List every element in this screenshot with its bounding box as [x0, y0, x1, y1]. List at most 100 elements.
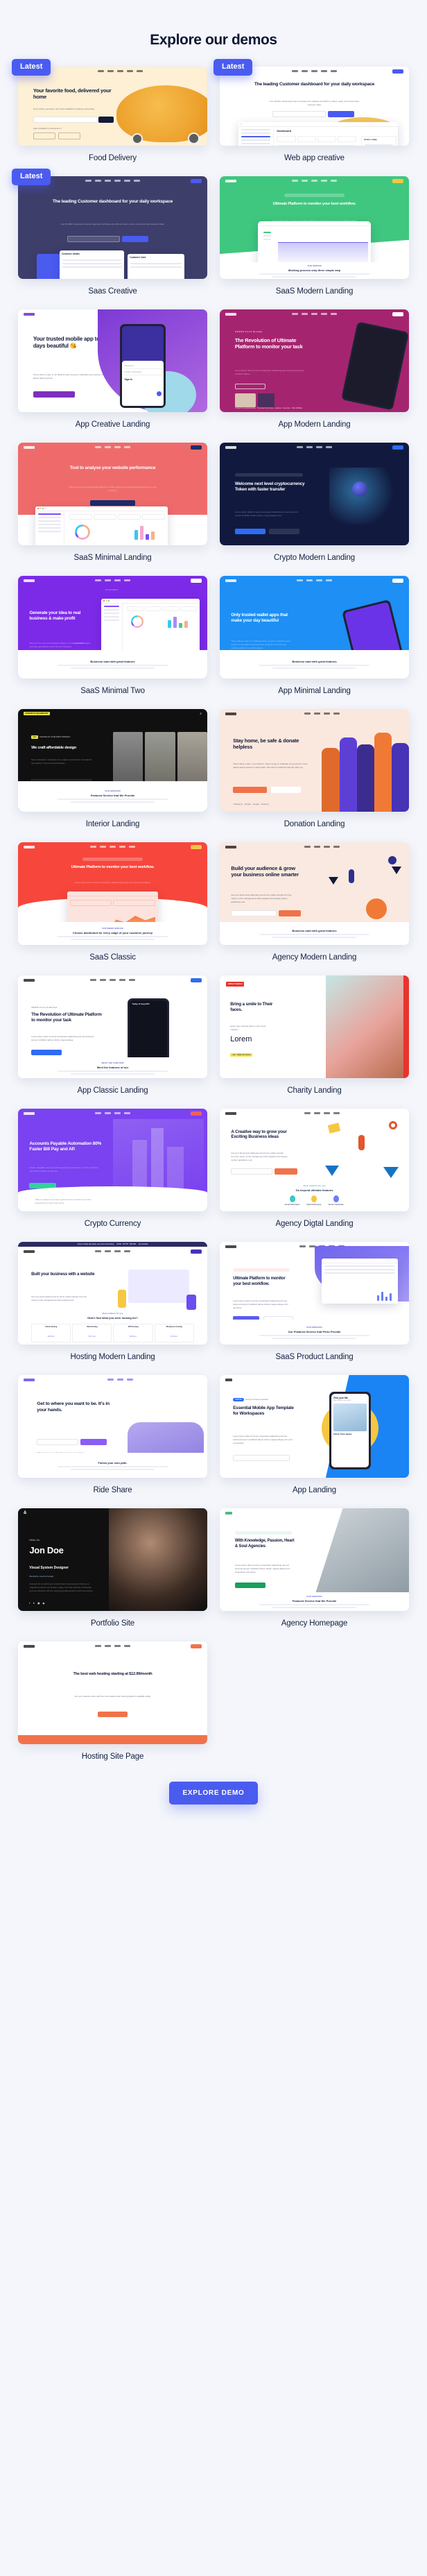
mock-email-input[interactable]: [272, 110, 326, 117]
mock-address-input[interactable]: [33, 116, 98, 123]
mock-watch-button[interactable]: [65, 1050, 92, 1055]
demo-thumbnail[interactable]: Stay home, be safe & donate helpless The…: [220, 709, 409, 812]
dribbble-icon[interactable]: ◉: [42, 1602, 44, 1605]
mock-footer-eyebrow: Ideal solutions for you: [303, 1184, 326, 1187]
mock-arrow-button[interactable]: [156, 391, 162, 397]
mock-get-token-button[interactable]: [234, 529, 265, 535]
demo-thumbnail[interactable]: IMPACT WORLD Bring a smile to Their face…: [220, 975, 409, 1078]
demo-card[interactable]: ★★★★ 4.9 of 5 | At Microsoft The Revolut…: [18, 975, 207, 1109]
demo-card[interactable]: IMPACT WORLD Bring a smile to Their face…: [220, 975, 409, 1109]
demo-card[interactable]: Stay home, be safe & donate helpless The…: [220, 709, 409, 842]
demo-card[interactable]: Latest The leading Customer dashboard fo…: [12, 169, 207, 309]
mock-trial-button[interactable]: [33, 391, 75, 398]
demo-thumbnail[interactable]: Generate your idea to real business & ma…: [18, 576, 207, 679]
demo-thumbnail[interactable]: ⌕ ⚇ UPDATE Version 2.0 if has just relea…: [220, 1375, 409, 1478]
demo-thumbnail[interactable]: Ultimate Platform to monitor your best w…: [220, 1242, 409, 1345]
demo-thumbnail[interactable]: Cyber monday sale begin, use promo Get h…: [18, 1242, 207, 1345]
demo-thumbnail[interactable]: Your trusted mobile app to make days bea…: [18, 309, 207, 412]
demo-card[interactable]: Accounts Payable Automation 80% Faster B…: [18, 1109, 207, 1242]
demo-card[interactable]: Build your audience & grow your business…: [220, 842, 409, 975]
mock-email-input[interactable]: [67, 235, 121, 242]
mock-email-input[interactable]: [231, 1168, 273, 1175]
explore-demo-button[interactable]: EXPLORE DEMO: [168, 1782, 259, 1805]
app-store-badge[interactable]: [33, 132, 55, 139]
demo-thumbnail[interactable]: ⌕ ⚇ With Knowledge, Passion, Heart & Sou…: [220, 1508, 409, 1611]
mock-trial-button[interactable]: [234, 383, 265, 389]
mock-navbar: [220, 576, 409, 585]
mock-footer-rule: [58, 664, 168, 666]
mock-download-button[interactable]: [234, 1582, 265, 1588]
demo-card[interactable]: Only trusted wallet apps that make your …: [220, 576, 409, 709]
demo-card[interactable]: Ultimate Platform to monitor your best w…: [220, 1242, 409, 1375]
mock-email-input[interactable]: [233, 1455, 290, 1462]
mock-orders-panel: Orders today: [361, 135, 397, 146]
mock-get-started-button[interactable]: [274, 1168, 297, 1175]
demo-card[interactable]: Welcome next level cryptocurrency Token …: [220, 443, 409, 576]
instagram-icon[interactable]: ▣: [37, 1602, 40, 1605]
mock-trial-button[interactable]: [89, 500, 136, 506]
mock-field-confirm[interactable]: Confirm Password: [124, 369, 162, 376]
demo-card[interactable]: ⌕ ⚇ With Knowledge, Passion, Heart & Sou…: [220, 1508, 409, 1641]
mock-subscribe-button[interactable]: [278, 910, 302, 916]
demo-card[interactable]: The best web hosting starting at $12.99/…: [18, 1641, 207, 1775]
demo-thumbnail[interactable]: The leading Customer dashboard for your …: [220, 67, 409, 146]
demo-thumbnail[interactable]: ★★★★★ 4.9 of 5. By envato The Revolution…: [220, 309, 409, 412]
demo-thumbnail[interactable]: Ultimate Platform to monitor your best w…: [18, 842, 207, 945]
mock-howitworks-button[interactable]: [78, 391, 109, 398]
mock-invite-button[interactable]: [270, 787, 302, 794]
twitter-icon[interactable]: ✦: [33, 1602, 35, 1605]
mock-field-password[interactable]: Password: [124, 363, 162, 370]
demo-card[interactable]: Ultimate Platform to monitor your best w…: [220, 176, 409, 309]
mock-donate-button[interactable]: [233, 787, 268, 794]
demo-card[interactable]: Tool to analyse your website performance…: [18, 443, 207, 576]
demo-card[interactable]: ★★★★★ 4.9 of 5. By envato The Revolution…: [220, 309, 409, 443]
mock-get-started-button[interactable]: [97, 1711, 128, 1717]
demo-card[interactable]: Generate your idea to real business & ma…: [18, 576, 207, 709]
mock-subscribe-button[interactable]: [80, 1438, 107, 1445]
mock-whitepaper-button[interactable]: [268, 529, 299, 535]
mock-email-input[interactable]: [231, 910, 277, 916]
demo-card[interactable]: ⌕ ⚇ UPDATE Version 2.0 if has just relea…: [220, 1375, 409, 1508]
demo-card[interactable]: Ultimate Platform to monitor your best w…: [18, 842, 207, 975]
mock-logo: [24, 445, 35, 449]
demo-thumbnail[interactable]: Only trusted wallet apps that make your …: [220, 576, 409, 679]
demo-thumbnail[interactable]: Your favorite food, delivered your home …: [18, 67, 207, 146]
demo-thumbnail[interactable]: Build your audience & grow your business…: [220, 842, 409, 945]
mock-subtext: Join 15,000+ businesses that use Segment…: [60, 222, 165, 225]
mock-cta-button[interactable]: [327, 110, 354, 117]
mock-watch-button[interactable]: [269, 384, 295, 389]
demo-thumbnail[interactable]: Tool to analyse your website performance…: [18, 443, 207, 545]
mock-footer-rule: [58, 1070, 168, 1072]
demo-thumbnail[interactable]: Ultimate Platform to monitor your best w…: [220, 176, 409, 279]
mock-social-links[interactable]: f ✦ ▣ ◉: [29, 1602, 44, 1605]
demo-thumbnail[interactable]: Get to where you want to be. It's in you…: [18, 1375, 207, 1478]
agency-photo: [314, 1508, 409, 1597]
demo-thumbnail[interactable]: & Hello, I'm Jon Doe Visual System Desig…: [18, 1508, 207, 1611]
search-icon[interactable]: ⌕: [200, 712, 202, 716]
mock-mobile-input[interactable]: [37, 1438, 79, 1445]
demo-thumbnail[interactable]: The leading Customer dashboard for your …: [18, 176, 207, 279]
demo-thumbnail[interactable]: Accounts Payable Automation 80% Faster B…: [18, 1109, 207, 1211]
mock-submit-button[interactable]: [98, 116, 114, 123]
demo-card[interactable]: Latest The leading Customer dashboard fo…: [214, 59, 409, 176]
demo-card[interactable]: Cyber monday sale begin, use promo Get h…: [18, 1242, 207, 1375]
demo-thumbnail[interactable]: A Creative way to grow your Exciting Bus…: [220, 1109, 409, 1211]
demo-card[interactable]: Latest Your favorite food, delivered you…: [12, 59, 207, 176]
demo-card[interactable]: A Creative way to grow your Exciting Bus…: [220, 1109, 409, 1242]
demo-thumbnail[interactable]: The best web hosting starting at $12.99/…: [18, 1641, 207, 1744]
demo-card[interactable]: Your trusted mobile app to make days bea…: [18, 309, 207, 443]
demo-card[interactable]: Get to where you want to be. It's in you…: [18, 1375, 207, 1508]
demo-card[interactable]: & Hello, I'm Jon Doe Visual System Desig…: [18, 1508, 207, 1641]
facebook-icon[interactable]: f: [29, 1602, 30, 1605]
mock-topbar-link[interactable]: See all deals: [139, 1243, 148, 1245]
mock-subtext: Join 15,000+ businesses that use Segment…: [269, 99, 360, 106]
demo-card[interactable]: CONCRETE SQUAREFOOT ⌕ NEW LOOKING AT YOU…: [18, 709, 207, 842]
demo-thumbnail[interactable]: CONCRETE SQUAREFOOT ⌕ NEW LOOKING AT YOU…: [18, 709, 207, 812]
mock-learn-more-button[interactable]: [269, 1583, 295, 1588]
mock-trial-button[interactable]: [31, 1049, 62, 1055]
demo-thumbnail[interactable]: Welcome next level cryptocurrency Token …: [220, 443, 409, 545]
demo-thumbnail[interactable]: ★★★★ 4.9 of 5 | At Microsoft The Revolut…: [18, 975, 207, 1078]
mock-navbar: CONCRETE SQUAREFOOT ⌕: [18, 709, 207, 718]
google-play-badge[interactable]: [58, 132, 80, 139]
mock-subscribe-button[interactable]: [122, 235, 149, 242]
